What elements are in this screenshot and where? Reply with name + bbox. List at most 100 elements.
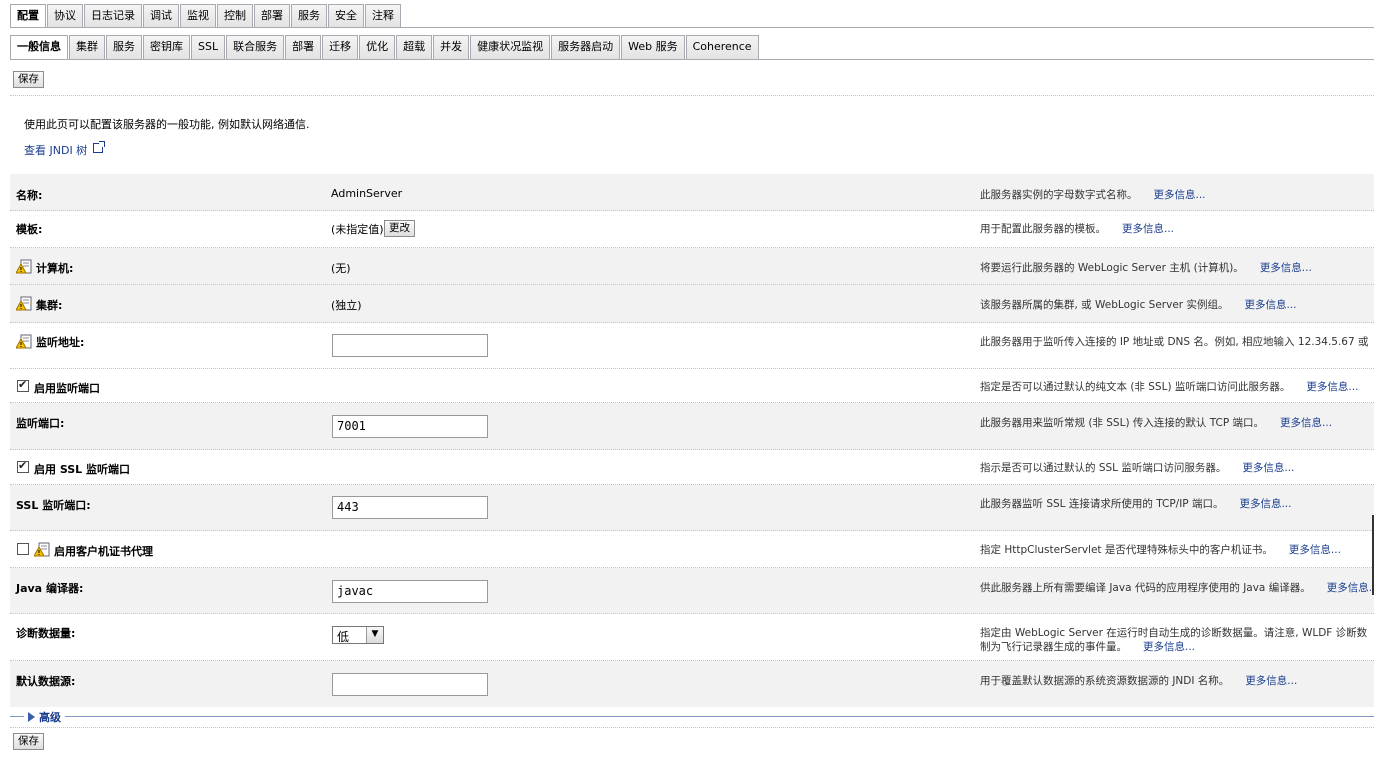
listen-port-label: 监听端口: [16,417,65,430]
ssl-port-more-info-link[interactable]: 更多信息... [1239,498,1291,510]
listen-port-enabled-help: 指定是否可以通过默认的纯文本 (非 SSL) 监听端口访问此服务器。 更多信息..… [980,379,1358,394]
listen-port-enabled-checkbox[interactable] [17,378,29,392]
change-template-button[interactable]: 更改 [384,220,415,237]
tab-services[interactable]: 服务 [291,4,327,27]
subtab-divider [10,59,1374,60]
ssl-port-enabled-help-text: 指示是否可以通过默认的 SSL 监听端口访问服务器。 [980,462,1227,474]
ssl-port-enabled-checkbox[interactable] [17,459,29,473]
cluster-help-text: 该服务器所属的集群, 或 WebLogic Server 实例组。 [980,299,1229,311]
subtab-server-start[interactable]: 服务器启动 [551,35,621,59]
subtab-cluster[interactable]: 集群 [69,35,105,59]
cluster-help: 该服务器所属的集群, 或 WebLogic Server 实例组。 更多信息... [980,297,1296,312]
listen-address-input[interactable] [332,334,488,357]
cluster-label: 集群: [36,299,63,312]
tab-debug[interactable]: 调试 [143,4,179,27]
tab-deployments[interactable]: 部署 [254,4,290,27]
ssl-port-label: SSL 监听端口: [16,499,91,512]
sub-tab-bar: 一般信息 集群 服务 密钥库 SSL 联合服务 部署 迁移 优化 超载 并发 健… [10,35,760,59]
tab-notes[interactable]: 注释 [365,4,401,27]
listen-port-input[interactable]: 7001 [332,415,488,438]
subtab-coherence[interactable]: Coherence [685,35,759,59]
listen-port-help: 此服务器用来监听常规 (非 SSL) 传入连接的默认 TCP 端口。 更多信息..… [980,415,1332,430]
save-button-bottom[interactable]: 保存 [13,733,44,750]
listen-port-more-info-link[interactable]: 更多信息... [1280,417,1332,429]
template-value: (未指定值) [331,223,384,236]
name-more-info-link[interactable]: 更多信息... [1154,189,1206,201]
row-listen-port: 监听端口: 7001 此服务器用来监听常规 (非 SSL) 传入连接的默认 TC… [10,403,1374,450]
cluster-value: (独立) [331,299,362,312]
subtab-web-services[interactable]: Web 服务 [621,35,685,59]
ssl-port-enabled-more-info-link[interactable]: 更多信息... [1242,462,1294,474]
row-ssl-port: SSL 监听端口: 443 此服务器监听 SSL 连接请求所使用的 TCP/IP… [10,485,1374,531]
diag-volume-help-line2: 制为飞行记录器生成的事件量。 更多信息... [980,639,1195,654]
save-button-top[interactable]: 保存 [13,71,44,88]
client-cert-proxy-checkbox[interactable] [17,543,29,555]
java-compiler-label: Java 编译器: [16,582,84,595]
listen-port-enabled-more-info-link[interactable]: 更多信息... [1306,381,1358,393]
warning-icon [34,542,50,557]
row-ssl-port-enabled: 启用 SSL 监听端口 指示是否可以通过默认的 SSL 监听端口访问服务器。 更多… [10,450,1374,485]
divider [10,95,1374,96]
subtab-deployment[interactable]: 部署 [285,35,322,59]
listen-port-enabled-help-text: 指定是否可以通过默认的纯文本 (非 SSL) 监听端口访问此服务器。 [980,381,1291,393]
default-datasource-input[interactable] [332,673,488,696]
java-compiler-input[interactable]: javac [332,580,488,603]
machine-more-info-link[interactable]: 更多信息... [1260,262,1312,274]
subtab-services[interactable]: 服务 [106,35,142,59]
tab-protocol[interactable]: 协议 [47,4,83,27]
ssl-port-input[interactable]: 443 [332,496,488,519]
subtab-keystores[interactable]: 密钥库 [143,35,190,59]
tab-security[interactable]: 安全 [328,4,364,27]
row-java-compiler: Java 编译器: javac 供此服务器上所有需要编译 Java 代码的应用程… [10,568,1374,614]
subtab-tuning[interactable]: 优化 [359,35,396,59]
diag-volume-more-info-link[interactable]: 更多信息... [1143,641,1195,653]
name-value: AdminServer [331,187,403,200]
ssl-port-help-text: 此服务器监听 SSL 连接请求所使用的 TCP/IP 端口。 [980,498,1224,510]
subtab-overload[interactable]: 超载 [396,35,433,59]
name-help: 此服务器实例的字母数字式名称。 更多信息... [980,187,1206,202]
row-client-cert-proxy: 启用客户机证书代理 指定 HttpClusterServlet 是否代理特殊标头… [10,531,1374,568]
ssl-port-enabled-label: 启用 SSL 监听端口 [34,463,131,476]
subtab-health[interactable]: 健康状况监视 [470,35,551,59]
warning-icon [16,259,32,274]
subtab-migration[interactable]: 迁移 [322,35,359,59]
cluster-more-info-link[interactable]: 更多信息... [1244,299,1296,311]
listen-port-enabled-label: 启用监听端口 [34,382,100,395]
tab-config[interactable]: 配置 [10,4,46,27]
default-datasource-label: 默认数据源: [16,675,76,688]
row-machine: 计算机: (无) 将要运行此服务器的 WebLogic Server 主机 (计… [10,248,1374,285]
client-cert-proxy-more-info-link[interactable]: 更多信息... [1289,544,1341,556]
diag-volume-help-text: 制为飞行记录器生成的事件量。 [980,641,1127,653]
jndi-tree-link[interactable]: 查看 JNDI 树 [24,141,106,158]
tab-logging[interactable]: 日志记录 [84,4,142,27]
diag-volume-label: 诊断数据量: [16,627,76,640]
diag-volume-select[interactable]: 低 ▼ [332,626,384,644]
main-tab-bar: 配置 协议 日志记录 调试 监视 控制 部署 服务 安全 注释 [10,4,402,27]
subtab-general[interactable]: 一般信息 [10,35,68,59]
diag-volume-selected: 低 [337,630,350,644]
listen-address-label: 监听地址: [36,336,85,349]
jndi-link-label: 查看 JNDI 树 [24,144,88,157]
machine-value: (无) [331,262,351,275]
tab-control[interactable]: 控制 [217,4,253,27]
subtab-federation[interactable]: 联合服务 [226,35,285,59]
chevron-down-icon: ▼ [366,627,383,643]
machine-help: 将要运行此服务器的 WebLogic Server 主机 (计算机)。 更多信息.… [980,260,1312,275]
subtab-concurrency[interactable]: 并发 [433,35,470,59]
tab-monitoring[interactable]: 监视 [180,4,216,27]
machine-label: 计算机: [36,262,74,275]
java-compiler-more-info-link[interactable]: 更多信息... [1327,582,1374,594]
template-help-text: 用于配置此服务器的模板。 [980,223,1106,235]
client-cert-proxy-help-text: 指定 HttpClusterServlet 是否代理特殊标头中的客户机证书。 [980,544,1273,556]
java-compiler-help: 供此服务器上所有需要编译 Java 代码的应用程序使用的 Java 编译器。 更多… [980,580,1374,595]
listen-port-help-text: 此服务器用来监听常规 (非 SSL) 传入连接的默认 TCP 端口。 [980,417,1265,429]
java-compiler-help-text: 供此服务器上所有需要编译 Java 代码的应用程序使用的 Java 编译器。 [980,582,1311,594]
template-more-info-link[interactable]: 更多信息... [1122,223,1174,235]
advanced-toggle[interactable]: 高级 [24,709,65,725]
warning-icon [16,334,32,349]
client-cert-proxy-help: 指定 HttpClusterServlet 是否代理特殊标头中的客户机证书。 更多… [980,542,1341,557]
row-cluster: 集群: (独立) 该服务器所属的集群, 或 WebLogic Server 实例… [10,285,1374,323]
row-template: 模板: (未指定值) 更改 用于配置此服务器的模板。 更多信息... [10,211,1374,248]
default-datasource-more-info-link[interactable]: 更多信息... [1245,675,1297,687]
subtab-ssl[interactable]: SSL [191,35,226,59]
